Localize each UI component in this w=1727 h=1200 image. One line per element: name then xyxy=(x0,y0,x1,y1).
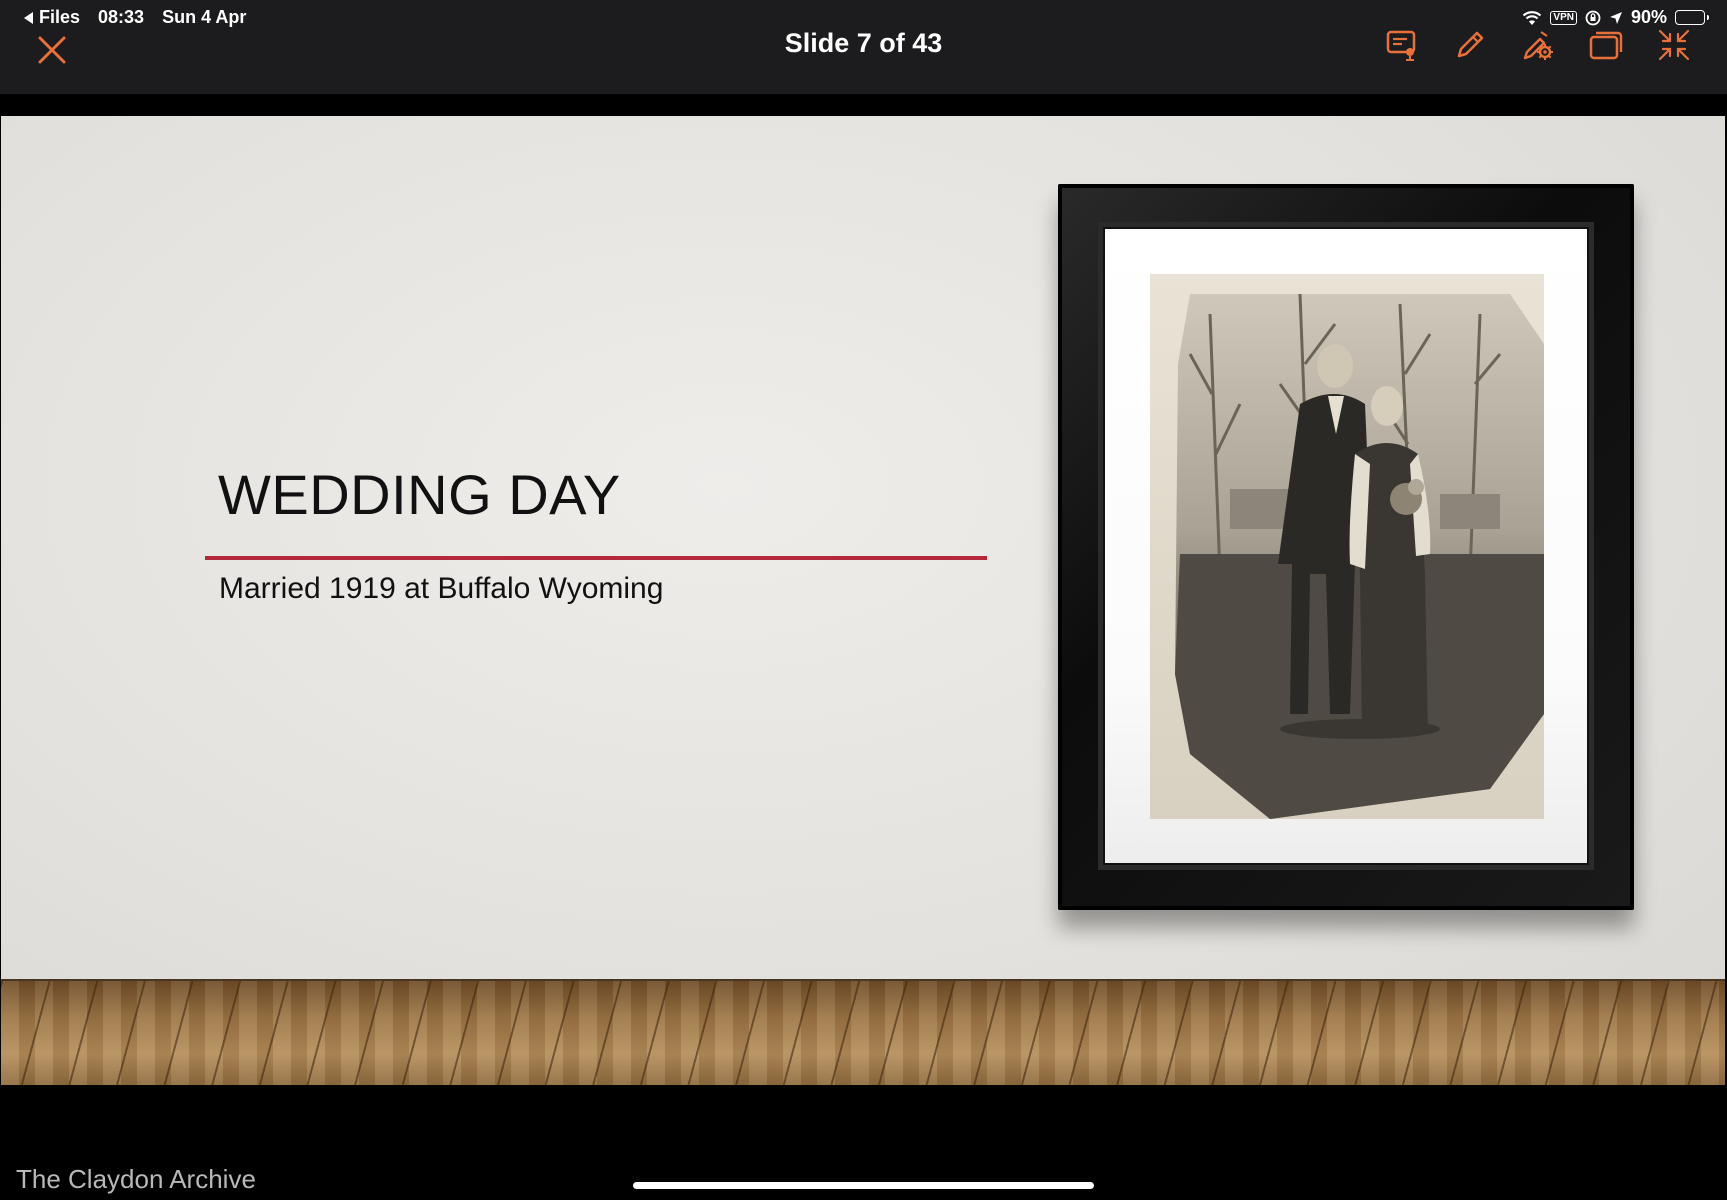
top-bar: Files 08:33 Sun 4 Apr VPN 90% Slide 7 of… xyxy=(0,0,1727,94)
status-time: 08:33 xyxy=(98,7,145,27)
slide-subtitle: Married 1919 at Buffalo Wyoming xyxy=(219,572,664,605)
pencil-icon xyxy=(1457,31,1484,58)
status-date: Sun 4 Apr xyxy=(162,7,247,27)
window-icon xyxy=(1589,31,1623,60)
wood-floor xyxy=(1,979,1725,1085)
location-icon xyxy=(1609,11,1622,24)
watermark-text: The Claydon Archive xyxy=(16,1164,256,1194)
slide-canvas[interactable]: WEDDING DAY Married 1919 at Buffalo Wyom… xyxy=(1,116,1725,1085)
home-indicator[interactable] xyxy=(633,1182,1094,1189)
status-bar-right: VPN 90% xyxy=(1522,7,1709,28)
laser-settings-icon xyxy=(1523,31,1553,60)
title-rule xyxy=(205,556,987,560)
wedding-photo xyxy=(1150,274,1544,819)
battery-percent: 90% xyxy=(1630,7,1667,27)
presenter-notes-icon xyxy=(1386,30,1416,61)
pencil-button[interactable] xyxy=(1451,26,1489,64)
presentation-toolbar xyxy=(1383,26,1693,64)
minimize-button[interactable] xyxy=(1655,26,1693,64)
back-to-app[interactable]: Files xyxy=(24,7,80,28)
slide-title: WEDDING DAY xyxy=(218,463,621,526)
back-triangle-icon xyxy=(24,11,33,24)
wifi-icon xyxy=(1523,10,1542,25)
laser-settings-button[interactable] xyxy=(1519,26,1557,64)
status-bar-left: Files 08:33 Sun 4 Apr xyxy=(24,7,246,28)
back-app-label: Files xyxy=(39,7,81,27)
window-button[interactable] xyxy=(1587,26,1625,64)
minimize-icon xyxy=(1658,29,1690,61)
vpn-badge: VPN xyxy=(1550,10,1577,25)
presenter-notes-button[interactable] xyxy=(1383,26,1421,64)
wedding-photo-image xyxy=(1175,293,1544,819)
orientation-lock-icon xyxy=(1585,10,1601,25)
battery-icon xyxy=(1675,10,1709,25)
